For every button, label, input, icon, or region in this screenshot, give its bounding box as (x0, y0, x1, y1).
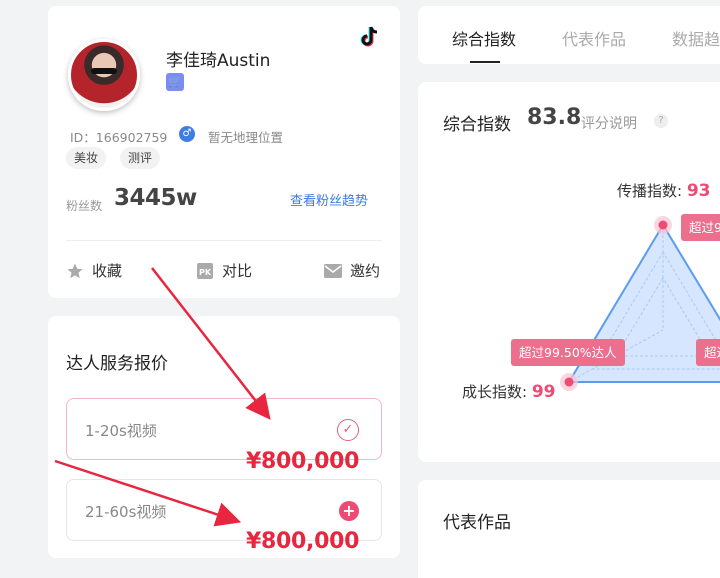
price-21-60s: ¥800,000 (246, 529, 360, 554)
growth-index-label: 成长指数: 99 (462, 381, 556, 402)
pricing-card: 达人服务报价 1-20s视频 ✓ 21-60s视频 + (48, 316, 400, 558)
spread-index-label: 传播指数: 93 (617, 180, 711, 201)
percentile-tooltip: 超过9 (681, 214, 720, 241)
pricing-title: 达人服务报价 (66, 354, 168, 374)
compare-label: 对比 (222, 262, 253, 280)
tab-data-trend[interactable]: 数据趋 (672, 26, 720, 50)
fans-trend-link[interactable]: 查看粉丝趋势 (290, 190, 368, 209)
tab-overall-index[interactable]: 综合指数 (452, 26, 516, 50)
profile-card: 李佳琦Austin 🛒 ID：166902759 ♂ 暂无地理位置 美妆 测评 … (48, 6, 400, 298)
price-1-20s: ¥800,000 (246, 449, 360, 474)
favorite-label: 收藏 (92, 262, 123, 280)
fans-label: 粉丝数 (66, 199, 103, 213)
axis-label-text: 传播指数: (617, 182, 683, 200)
invite-button[interactable]: 邀约 (324, 260, 380, 281)
tiktok-icon (360, 26, 378, 47)
check-icon: ✓ (337, 419, 359, 441)
male-icon: ♂ (179, 126, 195, 142)
axis-value: 99 (531, 382, 556, 402)
influencer-name: 李佳琦Austin (166, 51, 271, 71)
option-label: 21-60s视频 (85, 503, 167, 521)
works-title: 代表作品 (443, 513, 511, 533)
radar-point-spread (658, 220, 668, 230)
favorite-button[interactable]: 收藏 (66, 260, 122, 281)
radar-point-growth (564, 377, 574, 387)
compare-button[interactable]: PK 对比 (196, 260, 252, 281)
axis-value: 93 (686, 181, 711, 201)
overall-index-card: 综合指数 83.8 评分说明 ? 传播指数: 93 成长指数: 99 超过9 超… (418, 82, 720, 462)
cart-icon: 🛒 (166, 73, 184, 91)
pk-icon: PK (196, 262, 214, 280)
fans-count: 3445w (114, 185, 197, 211)
plus-icon[interactable]: + (339, 501, 359, 521)
percentile-tooltip: 超过 (696, 339, 720, 366)
star-icon (66, 262, 84, 280)
radar-chart (560, 216, 720, 391)
tab-representative-works[interactable]: 代表作品 (562, 26, 626, 50)
influencer-id: ID：166902759 (70, 130, 168, 145)
option-label: 1-20s视频 (85, 422, 157, 440)
avatar-glasses (91, 68, 117, 74)
location-text: 暂无地理位置 (208, 130, 284, 145)
axis-label-text: 成长指数: (462, 383, 528, 401)
representative-works-card: 代表作品 (418, 480, 720, 578)
tag-makeup: 美妆 (66, 147, 107, 169)
tag-review: 测评 (120, 147, 161, 169)
mail-icon (324, 262, 342, 280)
svg-text:PK: PK (199, 268, 212, 277)
percentile-tooltip: 超过99.50%达人 (511, 339, 625, 366)
avatar[interactable] (68, 39, 140, 111)
active-tab-indicator (470, 61, 500, 63)
divider (66, 240, 382, 241)
tab-bar: 综合指数 代表作品 数据趋 (418, 6, 720, 64)
invite-label: 邀约 (350, 262, 381, 280)
